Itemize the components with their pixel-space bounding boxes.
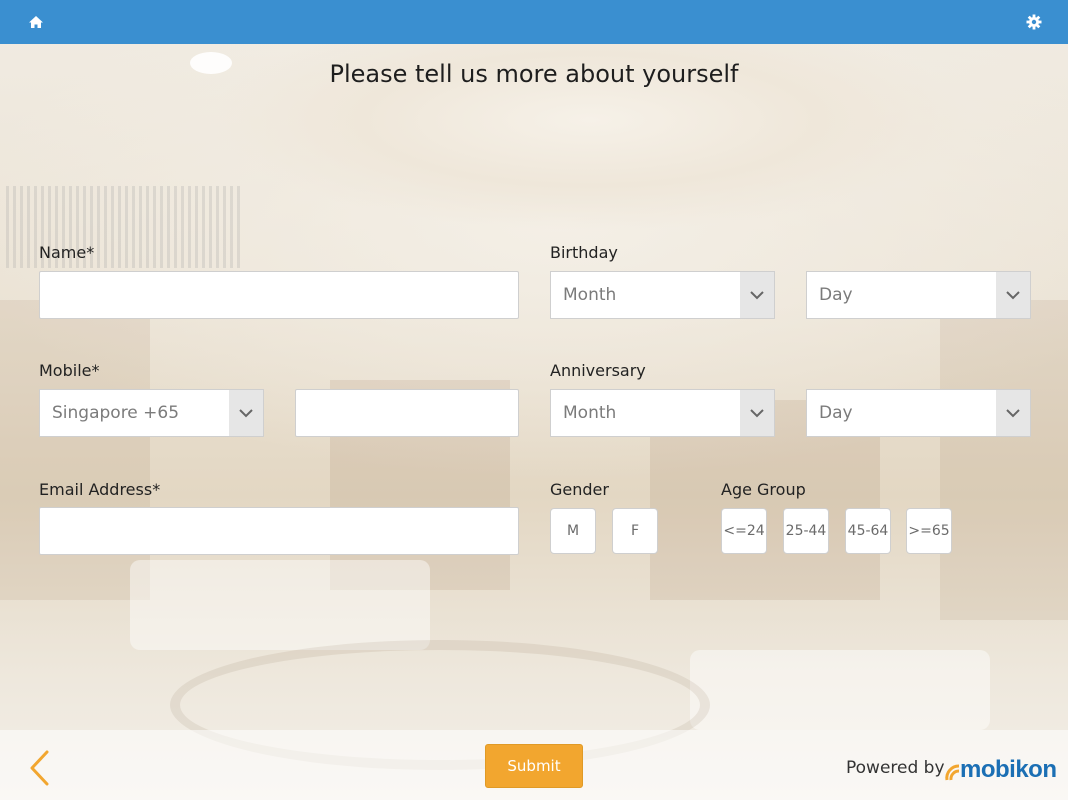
age-option-65-plus[interactable]: >=65 — [906, 508, 952, 554]
home-icon[interactable] — [24, 10, 48, 34]
country-code-value: Singapore +65 — [52, 403, 180, 423]
anniversary-day-select[interactable]: Day — [806, 389, 1031, 437]
birthday-day-select[interactable]: Day — [806, 271, 1031, 319]
mobikon-logo-icon — [945, 764, 960, 781]
anniversary-label: Anniversary — [550, 361, 646, 380]
gender-label: Gender — [550, 480, 609, 499]
mobile-label: Mobile* — [39, 361, 100, 380]
chevron-down-icon — [996, 390, 1030, 436]
email-input[interactable] — [39, 507, 519, 555]
chevron-down-icon — [740, 390, 774, 436]
background-table — [130, 560, 430, 650]
submit-button[interactable]: Submit — [485, 744, 583, 788]
gender-option-f[interactable]: F — [612, 508, 658, 554]
chevron-down-icon — [996, 272, 1030, 318]
mobikon-logo-text: mobikon — [960, 756, 1057, 783]
footer: Submit Powered by mobikon — [0, 730, 1068, 800]
mobikon-logo: mobikon — [944, 748, 1057, 782]
age-option-under-24[interactable]: <=24 — [721, 508, 767, 554]
background-wall-right — [940, 300, 1068, 620]
mobile-number-input[interactable] — [295, 389, 519, 437]
country-code-select[interactable]: Singapore +65 — [39, 389, 264, 437]
birthday-month-select[interactable]: Month — [550, 271, 775, 319]
age-group-label: Age Group — [721, 480, 806, 499]
chevron-down-icon — [740, 272, 774, 318]
birthday-month-value: Month — [563, 285, 617, 305]
age-option-25-44[interactable]: 25-44 — [783, 508, 829, 554]
birthday-day-value: Day — [819, 285, 853, 305]
background-table — [690, 650, 990, 730]
name-label: Name* — [39, 243, 95, 262]
name-input[interactable] — [39, 271, 519, 319]
birthday-label: Birthday — [550, 243, 618, 262]
chevron-left-icon[interactable] — [28, 750, 52, 786]
top-bar — [0, 0, 1068, 44]
anniversary-month-select[interactable]: Month — [550, 389, 775, 437]
page-title: Please tell us more about yourself — [329, 60, 739, 88]
background-wall-left — [0, 300, 150, 600]
age-option-45-64[interactable]: 45-64 — [845, 508, 891, 554]
gender-option-m[interactable]: M — [550, 508, 596, 554]
anniversary-day-value: Day — [819, 403, 853, 423]
powered-by-text: Powered by — [846, 758, 945, 778]
anniversary-month-value: Month — [563, 403, 617, 423]
chevron-down-icon — [229, 390, 263, 436]
email-label: Email Address* — [39, 480, 161, 499]
gear-icon[interactable] — [1022, 10, 1046, 34]
